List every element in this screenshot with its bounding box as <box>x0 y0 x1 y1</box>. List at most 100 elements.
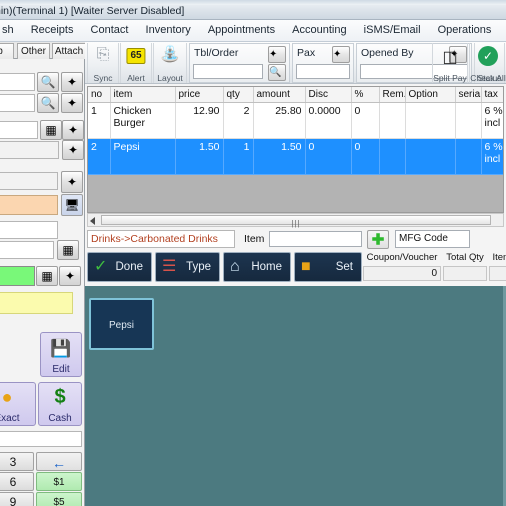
menu-item-accounting[interactable]: Accounting <box>285 20 353 42</box>
menu-bar: sh Receipts Contact Inventory Appointmen… <box>0 20 506 42</box>
pax-wand-button[interactable]: ✦ <box>332 46 350 63</box>
tbl-order-wand-button[interactable]: ✦ <box>268 46 286 63</box>
menu-item-isms-email[interactable]: iSMS/Email <box>357 20 428 42</box>
cell-item: Chicken Burger <box>110 102 176 139</box>
alert-button[interactable]: 65 Alert <box>120 43 152 83</box>
menu-item-cash[interactable]: sh <box>0 20 21 42</box>
table-row[interactable]: 1 Chicken Burger 12.90 2 25.80 0.0000 0 … <box>88 102 503 139</box>
sidebar-search-button-1[interactable]: 🔍 <box>37 72 59 92</box>
split-pay-label: Split Pay <box>433 73 467 83</box>
keypad-cash-5[interactable]: $5 <box>36 492 82 506</box>
window-title: nin)(Terminal 1) [Waiter Server Disabled… <box>0 5 185 17</box>
cell-item: Pepsi <box>110 138 176 175</box>
cell-qty: 1 <box>223 138 254 175</box>
col-tax[interactable]: tax <box>481 87 503 103</box>
opened-by-label: Opened By <box>361 47 414 59</box>
order-table: no item price qty amount Disc % Rem. Opt… <box>88 87 503 175</box>
check-all-button[interactable]: ✓ Check All <box>469 43 506 83</box>
sidebar-field-green[interactable] <box>0 266 35 286</box>
cash-button-label: Cash <box>48 413 72 424</box>
mfg-code-combo[interactable]: MFG Code <box>395 230 470 248</box>
item-combo[interactable] <box>269 231 362 247</box>
keypad-cash-1[interactable]: $1 <box>36 472 82 491</box>
exact-button[interactable]: ● Exact <box>0 382 36 426</box>
cell-rem <box>379 102 406 139</box>
menu-item-appointments[interactable]: Appointments <box>201 20 282 42</box>
sync-button[interactable]: ⎘ Sync <box>87 43 119 83</box>
sidebar-field-1[interactable] <box>0 73 35 91</box>
cell-tax: 6 % incl <box>481 138 503 175</box>
scroll-left-arrow-icon[interactable] <box>90 217 95 225</box>
tbl-order-search-button[interactable]: 🔍 <box>268 64 286 81</box>
back-arrow-icon: ← <box>52 455 66 471</box>
sidebar-wand-button-4[interactable]: ✦ <box>62 140 84 160</box>
sidebar-field-3[interactable] <box>0 121 38 139</box>
col-rem[interactable]: Rem. <box>379 87 406 103</box>
magnifier-icon: 🔍 <box>40 96 56 110</box>
title-bar: nin)(Terminal 1) [Waiter Server Disabled… <box>0 0 506 20</box>
done-button[interactable]: ✓ Done <box>87 252 152 282</box>
menu-item-receipts[interactable]: Receipts <box>24 20 81 42</box>
col-no[interactable]: no <box>88 87 111 103</box>
cell-seria <box>455 102 482 139</box>
sidebar-field-7[interactable] <box>0 221 58 239</box>
sidebar-wand-button-5[interactable]: ✦ <box>61 171 83 193</box>
sidebar-wand-button-1[interactable]: ✦ <box>61 72 83 92</box>
sidebar-wand-button-3[interactable]: ✦ <box>62 120 84 140</box>
product-button-pepsi[interactable]: Pepsi <box>89 298 154 350</box>
order-items-grid[interactable]: no item price qty amount Disc % Rem. Opt… <box>87 86 504 213</box>
home-button[interactable]: ⌂ Home <box>223 252 291 282</box>
edit-button[interactable]: 💾 Edit <box>40 332 82 377</box>
split-pay-button[interactable]: ◫ Split Pay <box>432 43 468 83</box>
col-seria[interactable]: seria <box>455 87 482 103</box>
tbl-order-combo[interactable] <box>193 64 263 79</box>
sidebar-tab-attach[interactable]: Attach <box>52 43 85 59</box>
table-row[interactable]: 2 Pepsi 1.50 1 1.50 0 0 6 % incl <box>88 138 503 175</box>
keypad-backspace-button[interactable]: ← <box>36 452 82 471</box>
col-option[interactable]: Option <box>405 87 456 103</box>
sidebar-tab-b[interactable]: b <box>0 43 14 59</box>
col-disc[interactable]: Disc <box>305 87 352 103</box>
sidebar-card-button-2[interactable]: ▦ <box>57 240 79 260</box>
sidebar-field-4[interactable]: 34 <box>0 141 59 159</box>
keypad-button-6[interactable]: 6 <box>0 472 34 491</box>
menu-item-inventory[interactable]: Inventory <box>139 20 198 42</box>
sidebar-field-yellow[interactable] <box>0 292 73 314</box>
menu-item-contact[interactable]: Contact <box>84 20 136 42</box>
menu-item-attendance[interactable]: Attendan <box>501 20 506 42</box>
sidebar-search-button-2[interactable]: 🔍 <box>37 93 59 113</box>
sidebar-field-2[interactable] <box>0 94 35 112</box>
set-button[interactable]: ■ Set <box>294 252 362 282</box>
sidebar-field-5[interactable]: 5 <box>0 172 58 190</box>
done-button-label: Done <box>115 261 144 273</box>
col-item[interactable]: item <box>110 87 176 103</box>
grid-horizontal-scrollbar[interactable]: ||| <box>87 213 504 228</box>
col-qty[interactable]: qty <box>223 87 254 103</box>
col-pct[interactable]: % <box>351 87 380 103</box>
pax-group: Pax ✦ <box>292 43 354 83</box>
cell-price: 12.90 <box>175 102 224 139</box>
col-price[interactable]: price <box>175 87 224 103</box>
menu-item-operations[interactable]: Operations <box>431 20 499 42</box>
layout-button[interactable]: ⛲ Layout <box>153 43 187 83</box>
cell-option <box>405 102 456 139</box>
keypad-button-3[interactable]: 3 <box>0 452 34 471</box>
sidebar-card-button-1[interactable]: ▦ <box>40 120 62 140</box>
sidebar-display-button[interactable]: 🖥 <box>61 194 83 216</box>
magnifier-icon: 🔍 <box>40 75 56 89</box>
scrollbar-thumb[interactable]: ||| <box>101 215 491 228</box>
cash-button[interactable]: $ Cash <box>38 382 82 426</box>
check-all-label: Check All <box>470 73 506 83</box>
col-amount[interactable]: amount <box>253 87 306 103</box>
books-icon: ☰ <box>162 258 177 275</box>
sidebar-card-button-3[interactable]: ▦ <box>36 266 58 286</box>
keypad-button-9[interactable]: 9 <box>0 492 34 506</box>
add-item-button[interactable]: ✚ <box>367 230 389 249</box>
sidebar-wand-button-2[interactable]: ✦ <box>61 93 83 113</box>
sidebar-wand-button-6[interactable]: ✦ <box>59 266 81 286</box>
sidebar-tab-other[interactable]: Other <box>17 43 50 59</box>
pax-input[interactable] <box>296 64 350 79</box>
type-button[interactable]: ☰ Type <box>155 252 220 282</box>
sidebar-field-8[interactable] <box>0 241 54 259</box>
wand-icon: ✦ <box>66 75 78 89</box>
